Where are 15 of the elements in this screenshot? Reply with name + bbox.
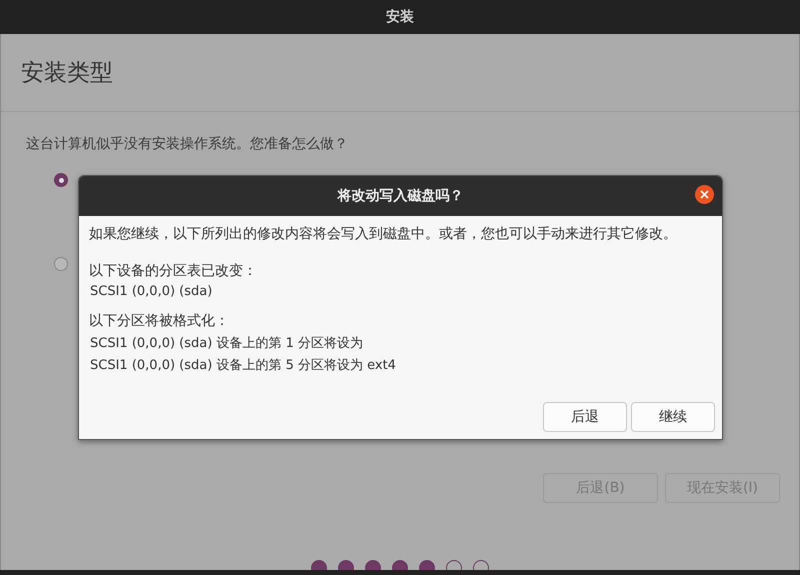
change-item: SCSI1 (0,0,0) (sda): [89, 284, 214, 299]
dialog-message: 如果您继续，以下所列出的修改内容将会写入到磁盘中。或者，您也可以手动来进行其它修改。: [89, 225, 678, 243]
dialog-title: 将改动写入磁盘吗？: [338, 187, 464, 205]
close-icon[interactable]: [695, 185, 714, 204]
section-heading: 以下设备的分区表已改变：: [89, 262, 258, 280]
page-heading: 安装类型: [21, 59, 113, 88]
change-item: SCSI1 (0,0,0) (sda) 设备上的第 5 分区将设为 ext4: [89, 357, 397, 374]
radio-button[interactable]: [54, 173, 68, 187]
question-text: 这台计算机似乎没有安装操作系统。您准备怎么做？: [26, 135, 349, 153]
radio-button[interactable]: [54, 257, 68, 271]
change-item: SCSI1 (0,0,0) (sda) 设备上的第 1 分区将设为: [89, 335, 364, 352]
section-heading: 以下分区将被格式化：: [89, 312, 230, 330]
dialog-button[interactable]: 后退: [543, 402, 627, 432]
dialog-button[interactable]: 继续: [631, 402, 715, 432]
window-title: 安装: [386, 8, 414, 26]
